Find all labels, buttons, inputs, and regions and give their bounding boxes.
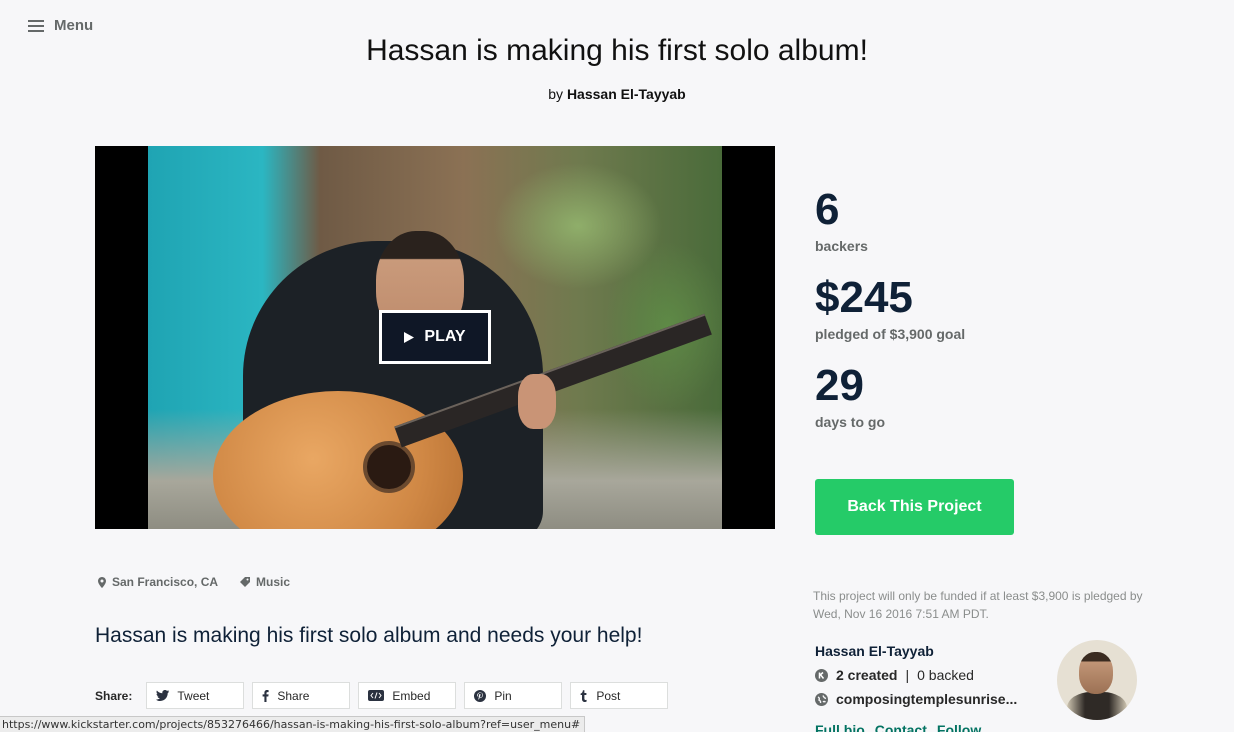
post-label: Post	[596, 688, 621, 703]
pledged-label: pledged of $3,900 goal	[815, 326, 966, 342]
play-button[interactable]: PLAY	[379, 310, 491, 364]
back-project-button[interactable]: Back This Project	[815, 479, 1014, 535]
embed-button[interactable]: Embed	[358, 682, 457, 709]
backers-label: backers	[815, 238, 868, 254]
location-link[interactable]: San Francisco, CA	[98, 575, 218, 589]
days-label: days to go	[815, 414, 886, 430]
backers-count: 6	[815, 185, 840, 234]
pledged-stat: $245 pledged of $3,900 goal	[815, 273, 966, 343]
play-icon	[404, 331, 415, 343]
created-count[interactable]: 2 created	[836, 667, 897, 683]
browser-status-url: https://www.kickstarter.com/projects/853…	[0, 716, 586, 732]
tweet-button[interactable]: Tweet	[146, 682, 245, 709]
backed-count: 0 backed	[917, 667, 974, 683]
location-pin-icon	[98, 576, 106, 588]
twitter-icon	[156, 690, 170, 701]
share-label: Share:	[95, 688, 133, 703]
facebook-icon	[262, 689, 269, 702]
separator: |	[905, 667, 910, 683]
byline-prefix: by	[548, 86, 564, 102]
full-bio-link[interactable]: Full bio	[815, 722, 865, 732]
contact-link[interactable]: Contact	[875, 722, 927, 732]
menu-label: Menu	[54, 17, 94, 34]
project-title: Hassan is making his first solo album!	[366, 34, 868, 67]
follow-link[interactable]: Follow	[937, 722, 981, 732]
project-stats: 6 backers $245 pledged of $3,900 goal 29…	[815, 188, 965, 452]
backers-stat: 6 backers	[815, 185, 965, 255]
project-video[interactable]: PLAY	[95, 146, 775, 529]
embed-label: Embed	[392, 688, 431, 703]
website-link[interactable]: composingtemplesunrise...	[836, 691, 1017, 707]
days-count: 29	[815, 361, 864, 410]
menu-button[interactable]: Menu	[28, 17, 93, 34]
project-blurb: Hassan is making his first solo album an…	[95, 624, 643, 647]
category-link[interactable]: Music	[240, 575, 290, 589]
post-button[interactable]: Post	[570, 682, 669, 709]
facebook-share-button[interactable]: Share	[252, 682, 351, 709]
play-label: PLAY	[424, 328, 466, 345]
days-stat: 29 days to go	[815, 361, 965, 431]
creator-link[interactable]: Hassan El-Tayyab	[567, 86, 686, 102]
embed-icon	[368, 690, 385, 701]
byline: by Hassan El-Tayyab	[0, 86, 1234, 102]
tumblr-icon	[580, 689, 587, 702]
tag-icon	[240, 577, 251, 587]
creator-avatar[interactable]	[1057, 640, 1137, 720]
creator-links: Full bio Contact Follow	[815, 722, 981, 732]
tweet-label: Tweet	[177, 688, 210, 703]
funding-note: This project will only be funded if at l…	[813, 589, 1143, 621]
pinterest-icon	[474, 689, 487, 702]
globe-icon	[815, 692, 828, 706]
share-bar: Share: Tweet Share Embed Pin Post	[95, 682, 669, 709]
category-label: Music	[256, 575, 291, 589]
facebook-share-label: Share	[277, 688, 310, 703]
pledged-amount: $245	[815, 273, 913, 322]
kickstarter-icon	[815, 668, 828, 682]
hamburger-icon	[28, 19, 44, 32]
pin-label: Pin	[494, 688, 512, 703]
location-label: San Francisco, CA	[112, 575, 219, 589]
pin-button[interactable]: Pin	[464, 682, 563, 709]
project-meta: San Francisco, CA Music	[98, 575, 290, 589]
